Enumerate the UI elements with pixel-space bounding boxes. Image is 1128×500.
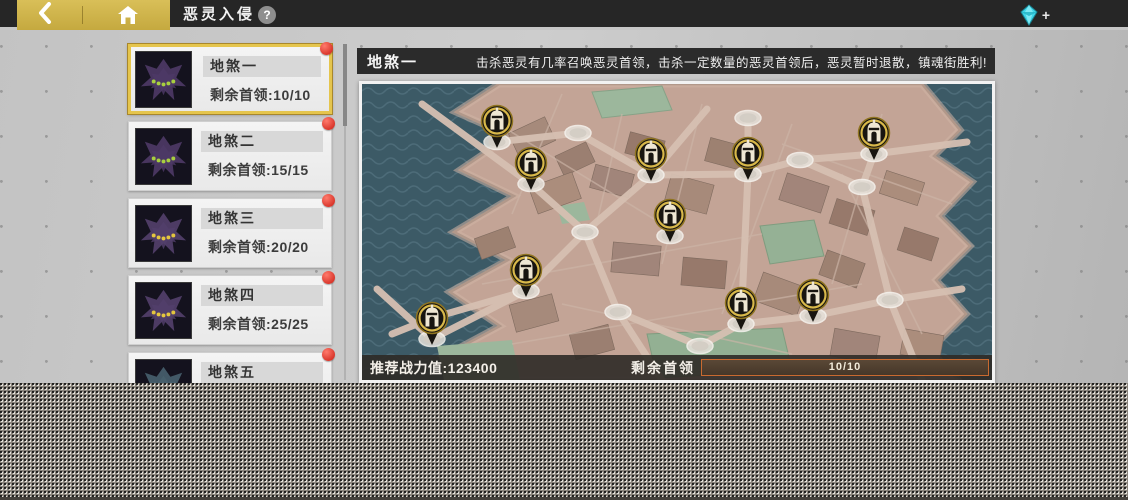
city-map-panel: 推荐战力值:123400 剩余首领 10/10	[359, 81, 995, 383]
plus-label: +	[1041, 7, 1050, 23]
stage-title: 地煞一	[203, 56, 321, 77]
help-button[interactable]: ?	[258, 6, 276, 24]
top-bar-gold-section	[17, 0, 170, 30]
chevron-left-icon	[39, 2, 51, 24]
stage-name-label: 地煞一	[367, 53, 419, 71]
scrollbar-thumb[interactable]	[343, 44, 347, 126]
recommended-power-label: 推荐战力值:123400	[370, 359, 498, 376]
currency-add-button[interactable]: +	[1018, 3, 1050, 27]
stage-remaining-bosses: 剩余首领:20/20	[208, 239, 309, 255]
stage-list-item[interactable]: 地煞三 剩余首领:20/20	[128, 194, 335, 268]
map-footer-bar: 推荐战力值:123400 剩余首领 10/10	[362, 355, 992, 380]
stage-list-item[interactable]: 地煞二 剩余首领:15/15	[128, 117, 335, 191]
remaining-boss-label: 剩余首领	[631, 359, 695, 376]
stage-list-item[interactable]: 地煞一 剩余首领:10/10	[128, 42, 333, 114]
stage-info-bar: 地煞一 击杀恶灵有几率召唤恶灵首领，击杀一定数量的恶灵首领后，恶灵暂时退散，镇魂…	[357, 48, 995, 74]
notification-badge	[322, 194, 335, 207]
notification-badge	[322, 117, 335, 130]
bottom-dither-overlay	[0, 383, 1128, 500]
city-map	[362, 84, 992, 380]
stage-title: 地煞四	[201, 285, 323, 306]
stage-remaining-bosses: 剩余首领:10/10	[210, 87, 311, 103]
home-icon	[118, 6, 138, 24]
stage-thumbnail	[135, 282, 192, 339]
stage-title: 地煞二	[201, 131, 323, 152]
notification-badge	[322, 348, 335, 361]
stage-title: 地煞五	[201, 362, 323, 383]
boss-progress-value: 10/10	[828, 361, 862, 373]
notification-badge	[320, 42, 333, 55]
boss-progress-bar: 10/10	[701, 359, 989, 376]
notification-badge	[322, 271, 335, 284]
stage-remaining-bosses: 剩余首领:25/25	[208, 316, 309, 332]
stage-list-item[interactable]: 地煞四 剩余首领:25/25	[128, 271, 335, 345]
stage-thumbnail	[135, 205, 192, 262]
top-bar: 恶灵入侵 ? +	[0, 0, 1128, 30]
stage-thumbnail	[135, 128, 192, 185]
stage-title: 地煞三	[201, 208, 323, 229]
gem-icon	[1020, 4, 1038, 26]
stage-list: 地煞一 剩余首领:10/10 地煞二 剩余首领:15/15 地煞三 剩余首领:2…	[128, 42, 335, 429]
page-title: 恶灵入侵	[183, 6, 256, 23]
stage-description: 击杀恶灵有几率召唤恶灵首领，击杀一定数量的恶灵首领后，恶灵暂时退散，镇魂街胜利!	[476, 55, 987, 70]
stage-thumbnail	[135, 51, 192, 108]
divider	[82, 6, 83, 24]
game-screen: 恶灵入侵 ? + 地煞一 剩余首领:10/10 地煞二 剩余首领:15/15 地…	[0, 0, 1128, 500]
home-button[interactable]	[117, 5, 139, 25]
back-button[interactable]	[31, 2, 59, 28]
stage-remaining-bosses: 剩余首领:15/15	[208, 162, 309, 178]
